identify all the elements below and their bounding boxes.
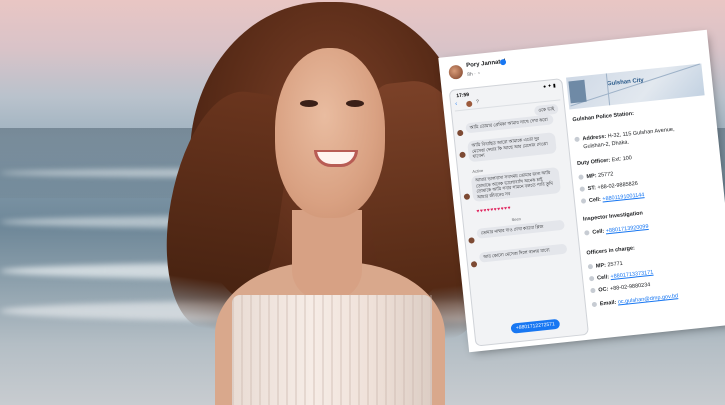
cell-row: Cell: +8801191001144 (580, 192, 645, 206)
chat-bubble: আমার ভালবাসা সবসময় তোমার জন্য আমি তোমাক… (470, 166, 562, 203)
woman-eye-right (346, 100, 364, 107)
location-icon (574, 136, 580, 143)
chat-bubble: তোমার নাম্বার দাও দেখা করবো প্লিজ (476, 219, 565, 239)
active-label: Active (472, 167, 484, 174)
back-arrow-icon[interactable]: ‹ (455, 101, 458, 107)
seen-label: Seen (511, 216, 522, 223)
status-time: 17:59 (456, 91, 470, 100)
phone-number-pill[interactable]: +8801712272571 (510, 318, 561, 334)
author-avatar[interactable] (448, 64, 464, 80)
chat-bubble: আমি বিবাহিত আরো আমাকে এতো দুর মেসেজ দেয়… (467, 132, 557, 163)
contact-name: ? (475, 98, 480, 106)
phone-icon (587, 263, 594, 270)
incharge-title: Officers in charge: (586, 245, 636, 257)
phone-icon (584, 230, 590, 236)
woman-white-dress (232, 295, 432, 405)
email-row: Email: oc.gulshan@dmp.gov.bd (591, 293, 679, 309)
chat-screenshot: 17:59 ● ✦ ▮ ‹ ? ওকে ভাই আমি তোমার প্রেমি… (448, 78, 590, 347)
inspector-title: Inspector Investigation (582, 210, 644, 223)
woman-neck (292, 210, 362, 300)
sender-avatar (470, 261, 478, 268)
chat-bubble: আমি তোমার প্রেমিকা আমার সাথে দেখা করো (465, 114, 554, 134)
police-station-title: Gulshan Police Station: (572, 110, 635, 124)
contact-avatar[interactable] (465, 100, 473, 108)
post-meta: 8h · ◔ (466, 70, 481, 78)
inspector-cell-row: Cell: +8801713920099 (584, 224, 649, 238)
phone-icon (590, 287, 596, 294)
hearts-row: ♥♥♥♥♥♥♥♥♥♥ (476, 205, 512, 215)
incharge-cell-row: Cell: +8801713373171 (588, 270, 654, 284)
incharge-mp-row: MP: 25771 (587, 261, 623, 272)
phone-icon (580, 198, 587, 204)
sender-avatar (468, 237, 475, 244)
mp-row: MP: 25772 (578, 171, 614, 182)
duty-officer-row: Duty Officer: Ext: 100 (576, 155, 633, 167)
phone-icon (579, 186, 586, 192)
st-row: ST: +88-02-9885826 (579, 181, 639, 194)
inset-screenshot: Pory Jannatul 8h · ◔ 17:59 ● ✦ ▮ ‹ ? ওকে… (441, 32, 725, 350)
map-city-label: Gulshan City (606, 77, 645, 88)
phone-icon (578, 174, 584, 180)
sender-avatar (456, 129, 464, 137)
phone-icon (588, 275, 595, 282)
chat-bubble: আর কোনো মেসেজ দিলে থানায় যাবো (478, 243, 568, 263)
woman-face (275, 48, 385, 218)
sender-avatar (463, 193, 471, 200)
incharge-oc-row: OC: +88-02-9880234 (590, 282, 651, 295)
map-thumbnail (568, 79, 587, 104)
mail-icon (591, 301, 598, 308)
sender-avatar (459, 151, 466, 159)
woman-eye-left (300, 100, 318, 107)
signal-icon: ● ✦ ▮ (542, 82, 557, 91)
